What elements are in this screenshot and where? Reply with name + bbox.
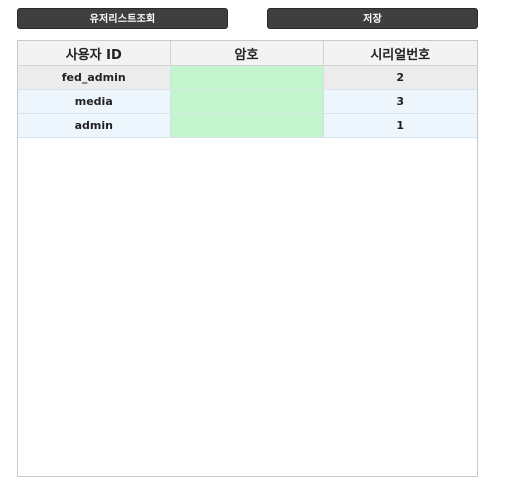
table-header-row: 사용자 ID 암호 시리얼번호 [18, 41, 477, 66]
serial-cell[interactable]: 3 [323, 89, 477, 114]
user-list-query-button[interactable]: 유저리스트조회 [17, 8, 228, 29]
table-row[interactable]: admin 1 [18, 113, 477, 138]
password-cell[interactable] [170, 65, 324, 90]
save-button[interactable]: 저장 [267, 8, 478, 29]
user-id-cell[interactable]: admin [18, 113, 171, 138]
password-cell[interactable] [170, 89, 324, 114]
serial-cell[interactable]: 2 [323, 65, 477, 90]
user-grid: 사용자 ID 암호 시리얼번호 fed_admin 2 media 3 admi [17, 40, 478, 477]
column-header-user-id[interactable]: 사용자 ID [18, 41, 171, 66]
table-row[interactable]: media 3 [18, 89, 477, 114]
column-header-password[interactable]: 암호 [170, 41, 324, 66]
user-id-cell[interactable]: fed_admin [18, 65, 171, 90]
user-management-page: 유저리스트조회 저장 사용자 ID 암호 시리얼번호 fed_admin 2 m… [0, 0, 518, 488]
user-id-cell[interactable]: media [18, 89, 171, 114]
user-table: 사용자 ID 암호 시리얼번호 fed_admin 2 media 3 admi [18, 41, 477, 138]
serial-cell[interactable]: 1 [323, 113, 477, 138]
table-row[interactable]: fed_admin 2 [18, 65, 477, 90]
column-header-serial[interactable]: 시리얼번호 [323, 41, 477, 66]
password-cell[interactable] [170, 113, 324, 138]
